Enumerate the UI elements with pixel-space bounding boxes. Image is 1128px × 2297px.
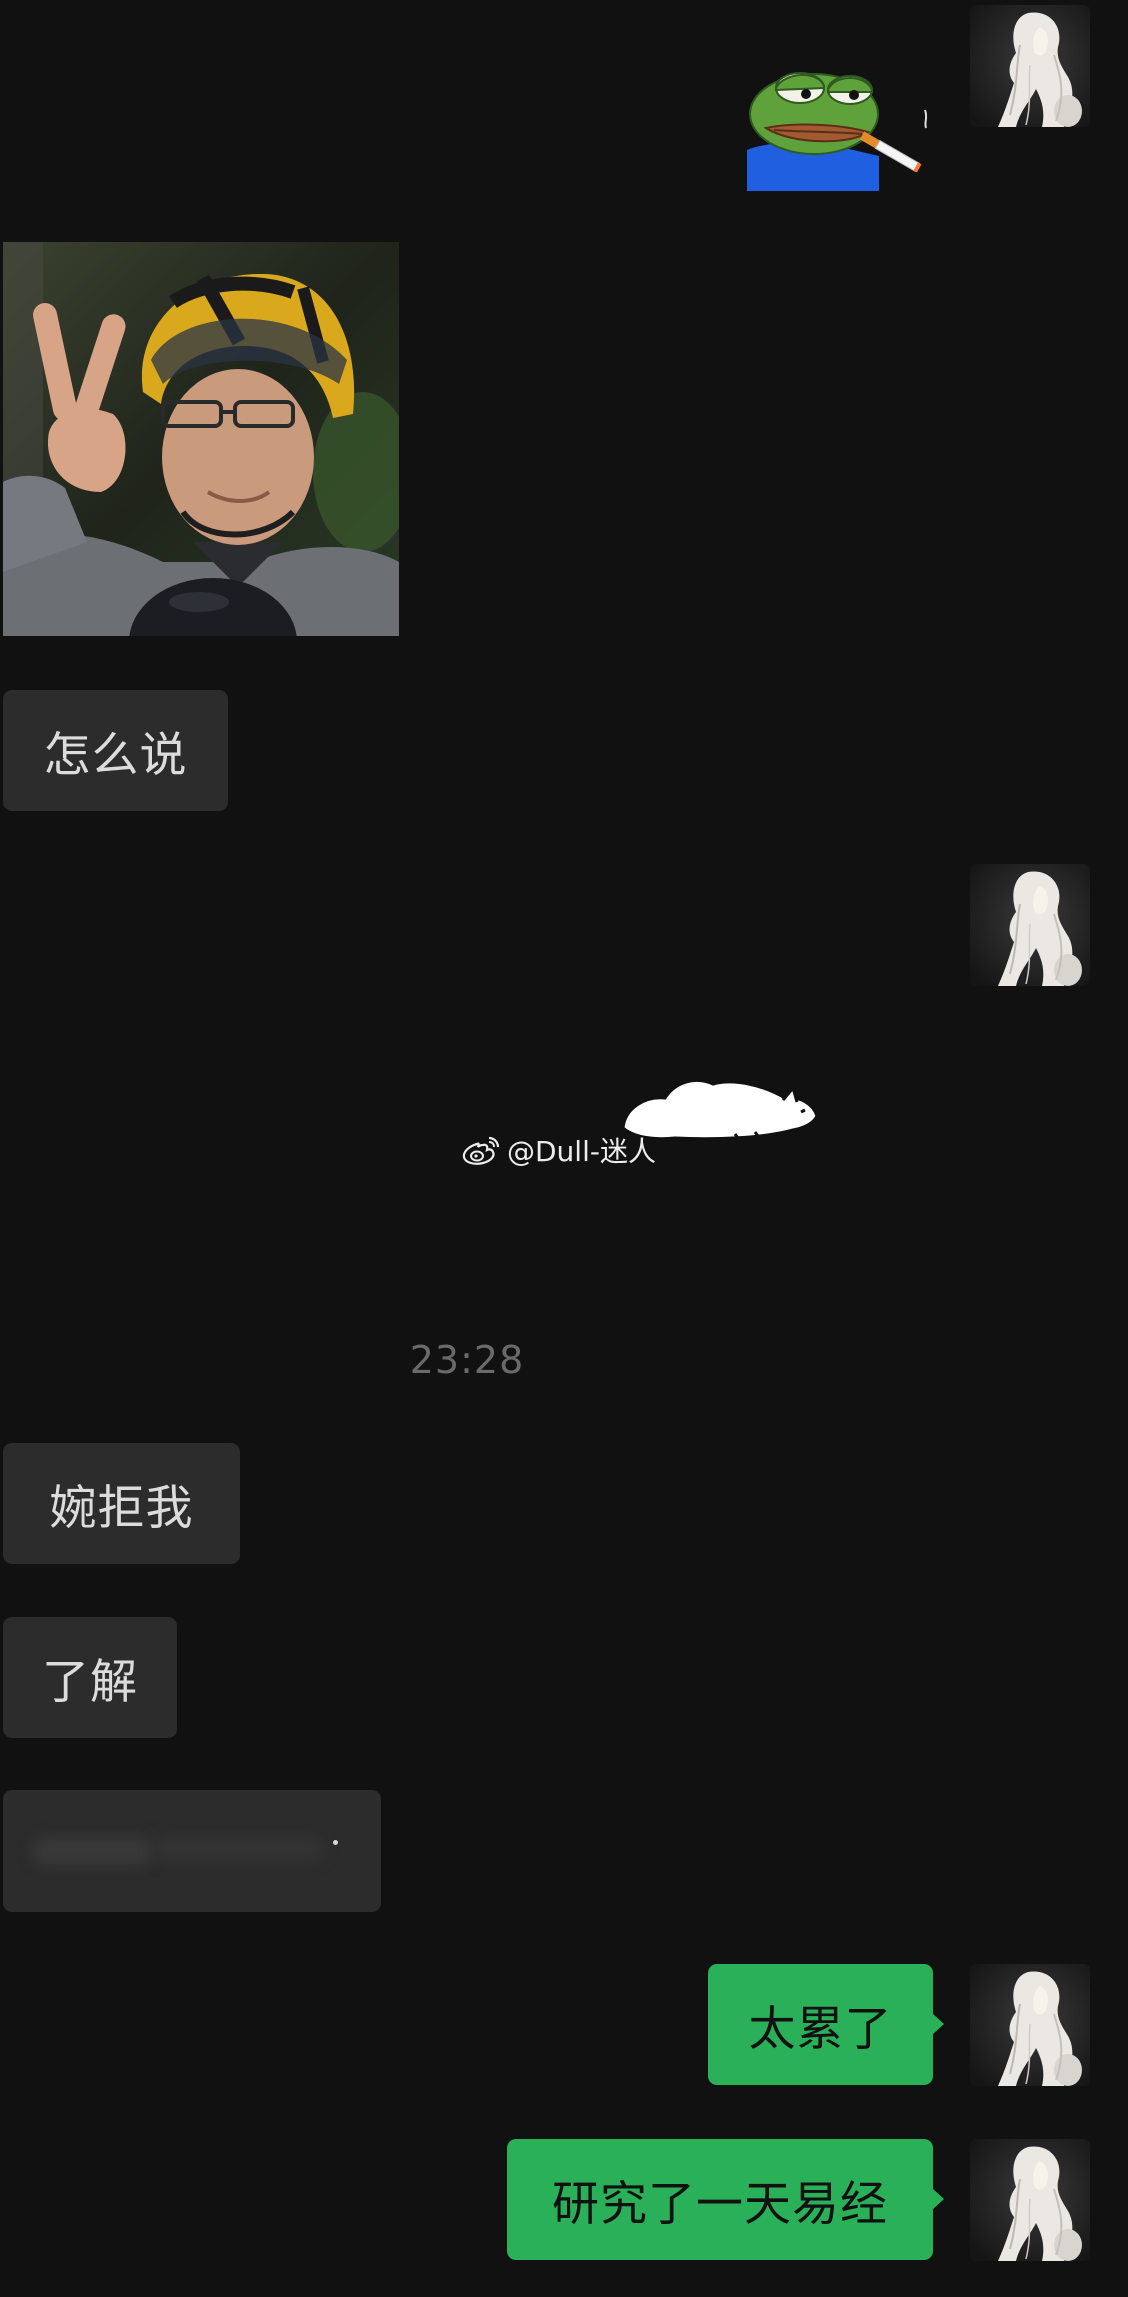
frog-sticker[interactable] [744,58,930,191]
watermark-text: @Dull-迷人 [507,1135,656,1168]
message-text: 怎么说 [43,728,188,783]
message-bubble[interactable]: 怎么说 [3,690,228,811]
blurred-content [153,1836,323,1862]
avatar[interactable] [970,1964,1090,2086]
avatar[interactable] [970,2139,1090,2261]
message-bubble[interactable]: 婉拒我 [3,1443,240,1564]
message-text: 太累了 [748,2002,893,2057]
message-bubble[interactable]: 研究了一天易经 [507,2139,944,2260]
avatar[interactable] [970,5,1090,127]
photo-message[interactable] [3,242,399,636]
watermark: @Dull-迷人 [461,1130,656,1170]
blurred-dot [333,1840,338,1845]
message-bubble[interactable]: 了解 [3,1617,177,1738]
weibo-icon [461,1134,501,1166]
blurred-content [33,1838,153,1864]
message-text: 研究了一天易经 [552,2177,888,2232]
message-timestamp: 23:28 [409,1338,525,1382]
message-text: 了解 [42,1655,138,1710]
blurred-message-bubble[interactable] [3,1790,381,1912]
message-text: 婉拒我 [49,1481,194,1536]
avatar[interactable] [970,864,1090,986]
message-bubble[interactable]: 太累了 [708,1964,944,2085]
